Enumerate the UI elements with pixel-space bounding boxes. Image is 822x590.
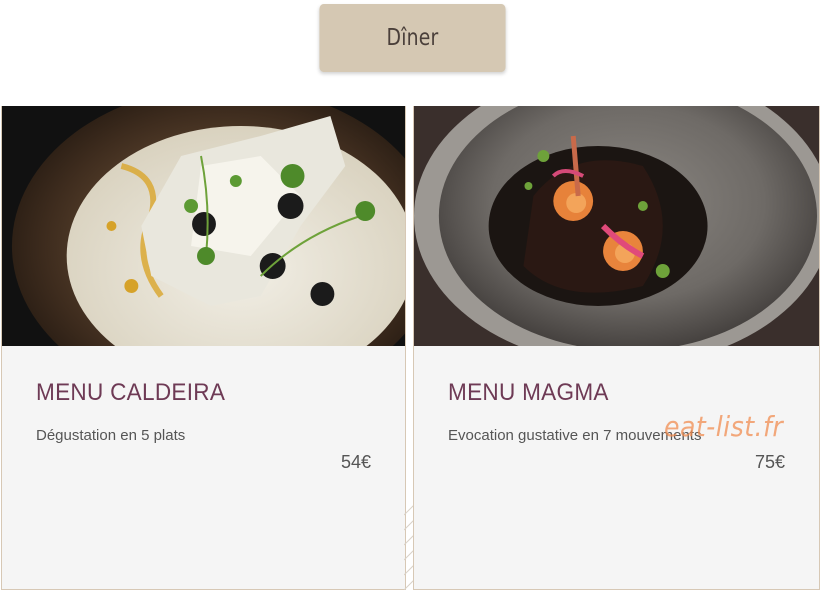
diner-tab-button[interactable]: Dîner (319, 4, 506, 72)
dish-photo-caldeira (2, 106, 405, 346)
watermark-text: eat-list.fr (664, 410, 784, 443)
menu-description: Dégustation en 5 plats (36, 427, 186, 444)
menu-price: 54€ (340, 452, 371, 472)
menu-title: MENU CALDEIRA (36, 379, 226, 406)
menu-card-caldeira[interactable]: MENU CALDEIRA Dégustation en 5 plats 54€ (1, 106, 406, 590)
dish-photo-magma (414, 106, 819, 346)
menu-title: MENU MAGMA (448, 379, 609, 406)
menu-price: 75€ (754, 452, 785, 472)
menu-card-magma[interactable]: MENU MAGMA Evocation gustative en 7 mouv… (413, 106, 820, 590)
